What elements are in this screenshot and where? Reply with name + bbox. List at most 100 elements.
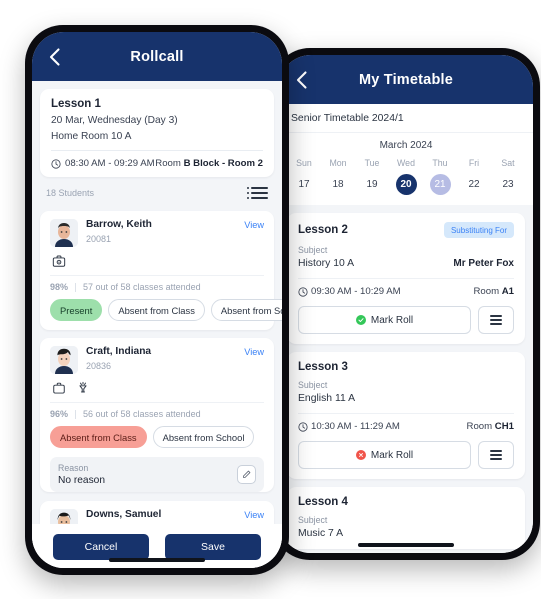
student-header: Barrow, Keith 20081 View (50, 219, 264, 248)
calendar-day-selected[interactable]: 20 (389, 174, 423, 195)
timetable-name: Senior Timetable 2024/1 (279, 104, 533, 132)
view-student-link[interactable]: View (244, 219, 264, 230)
lesson-menu-button[interactable] (478, 441, 514, 469)
mark-roll-button[interactable]: Mark Roll (298, 441, 471, 469)
hamburger-menu-icon (490, 450, 502, 452)
hamburger-menu-icon (490, 458, 502, 460)
lesson-time: 10:30 AM - 11:29 AM (298, 421, 400, 432)
save-button[interactable]: Save (165, 534, 261, 560)
attendance-summary: 98% 57 out of 58 classes attended (50, 276, 264, 292)
clock-icon (298, 286, 308, 297)
mark-roll-button[interactable]: Mark Roll (298, 306, 471, 334)
student-meta: Craft, Indiana 20836 (86, 346, 244, 371)
roll-status-red-icon (355, 450, 366, 460)
lesson-room: Room CH1 (467, 421, 514, 432)
back-button[interactable] (44, 47, 64, 67)
status-present-button[interactable]: Present (50, 299, 103, 322)
calendar-day[interactable]: 19 (355, 174, 389, 195)
chevron-left-icon (296, 70, 307, 89)
lesson-subject-row: Subject History 10 A Mr Peter Fox (298, 245, 514, 269)
student-flags (51, 253, 264, 268)
status-absent-school-button[interactable]: Absent from School (152, 426, 255, 449)
lesson-time-text: 09:30 AM - 10:29 AM (311, 286, 401, 297)
room-value: CH1 (494, 421, 514, 432)
calendar-day[interactable]: 22 (457, 174, 491, 195)
timetable-lesson-card[interactable]: Lesson 4 Subject Music 7 A (287, 487, 525, 549)
lesson-actions: Mark Roll (298, 306, 514, 334)
student-meta: Barrow, Keith 20081 (86, 219, 244, 244)
divider (75, 409, 77, 419)
view-student-link[interactable]: View (244, 509, 264, 520)
attendance-percent: 96% (50, 409, 69, 420)
room-label: Room (155, 158, 181, 169)
status-absent-class-button[interactable]: Absent from Class (108, 299, 205, 322)
timetable-navbar: My Timetable (279, 55, 533, 104)
student-row[interactable]: Barrow, Keith 20081 View 98% 57 out of 5… (40, 211, 282, 331)
lesson-time-room-row: 08:30 AM - 09:29 AM Room B Block - Room … (51, 151, 263, 169)
dow-sat: Sat (501, 158, 515, 168)
attendance-percent: 98% (50, 282, 69, 293)
screenshot-root: My Timetable Senior Timetable 2024/1 Mar… (0, 0, 541, 599)
lesson-time-row: 10:30 AM - 11:29 AM Room CH1 (298, 414, 514, 432)
clock-icon (298, 421, 308, 432)
edit-reason-button[interactable] (237, 465, 256, 485)
room-value: A1 (501, 286, 514, 297)
status-absent-school-button[interactable]: Absent from School (210, 299, 282, 322)
lesson-subject-row: Subject English 11 A (298, 380, 514, 404)
calendar-day[interactable]: 23 (491, 174, 525, 195)
substituting-badge: Substituting For (443, 222, 514, 238)
view-student-link[interactable]: View (244, 346, 264, 357)
rollcall-scroll[interactable]: Lesson 1 20 Mar, Wednesday (Day 3) Home … (32, 81, 282, 568)
calendar-day[interactable]: 18 (321, 174, 355, 195)
lesson-time: 09:30 AM - 10:29 AM (298, 286, 401, 297)
lesson-time-row: 09:30 AM - 10:29 AM Room A1 (298, 279, 514, 297)
student-count: 18 Students (46, 188, 95, 199)
student-id: 20836 (86, 360, 112, 371)
status-absent-class-button[interactable]: Absent from Class (50, 426, 147, 449)
attendance-options: Absent from Class Absent from School (50, 419, 264, 457)
lesson-header: Lesson 3 (298, 361, 514, 373)
medical-kit-icon[interactable] (51, 253, 66, 268)
dow-tue: Tue (364, 158, 380, 168)
lesson-title: Lesson 1 (51, 98, 101, 110)
page-title: My Timetable (359, 71, 453, 88)
avatar (50, 219, 78, 248)
teacher-name: Mr Peter Fox (453, 258, 514, 269)
lesson-room: Room A1 (473, 286, 514, 297)
lesson-actions: Mark Roll (298, 441, 514, 469)
phone-timetable: My Timetable Senior Timetable 2024/1 Mar… (272, 48, 540, 560)
absence-reason-box[interactable]: Reason No reason (50, 457, 264, 493)
calendar-strip: March 2024 Sun Mon Tue Wed Thu Fri Sat 1… (279, 132, 533, 205)
reason-value: No reason (58, 475, 106, 487)
list-view-icon[interactable] (246, 187, 268, 200)
student-name: Downs, Samuel (86, 509, 162, 521)
lesson-header: Lesson 4 (298, 496, 514, 508)
subject-label: Subject (298, 515, 328, 525)
subject-value: History 10 A (298, 258, 355, 269)
lesson-time-text: 08:30 AM - 09:29 AM (65, 158, 155, 169)
hamburger-menu-icon (490, 319, 502, 321)
calendar-day-highlighted[interactable]: 21 (423, 174, 457, 195)
calendar-dow-row: Sun Mon Tue Wed Thu Fri Sat 17 18 19 20 … (287, 158, 525, 195)
cancel-button[interactable]: Cancel (53, 534, 149, 560)
calendar-day[interactable]: 17 (287, 174, 321, 195)
student-name: Craft, Indiana (86, 346, 152, 358)
dow-wed: Wed (397, 158, 415, 168)
timetable-lesson-card[interactable]: Lesson 2 Substituting For Subject Histor… (287, 213, 525, 344)
briefcase-icon[interactable] (51, 380, 66, 395)
home-indicator (109, 558, 205, 562)
back-button[interactable] (291, 70, 311, 90)
allergy-icon[interactable] (75, 380, 90, 395)
clock-icon (51, 158, 61, 169)
dow-thu: Thu (432, 158, 448, 168)
lesson-summary-card: Lesson 1 20 Mar, Wednesday (Day 3) Home … (40, 89, 274, 177)
timetable-scroll[interactable]: Senior Timetable 2024/1 March 2024 Sun M… (279, 104, 533, 553)
lesson-header: Lesson 2 Substituting For (298, 222, 514, 238)
attendance-options: Present Absent from Class Absent from Sc… (50, 292, 282, 330)
calendar-month-label: March 2024 (379, 140, 433, 151)
student-row[interactable]: Craft, Indiana 20836 View 96% 56 out of … (40, 338, 274, 493)
lesson-menu-button[interactable] (478, 306, 514, 334)
hamburger-menu-icon (490, 454, 502, 456)
timetable-lesson-card[interactable]: Lesson 3 Subject English 11 A 10:30 AM -… (287, 352, 525, 479)
subject-value: Music 7 A (298, 528, 344, 539)
